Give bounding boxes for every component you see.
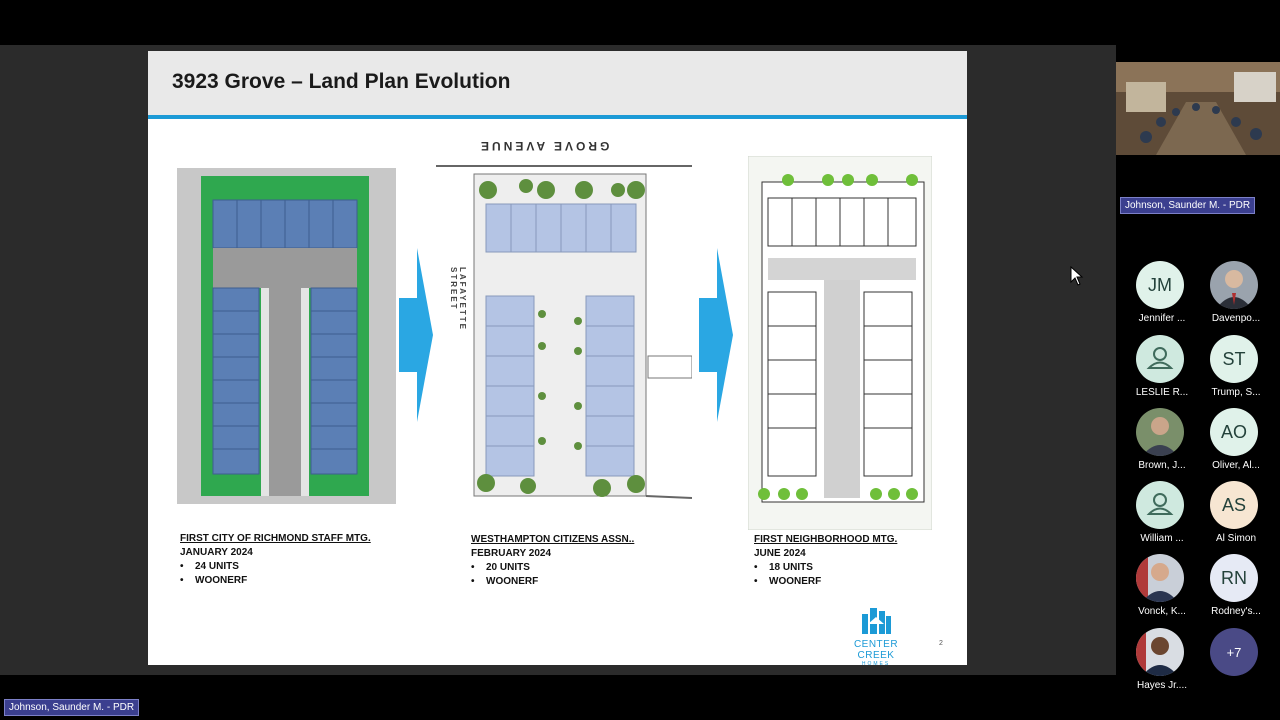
- avatar: ST: [1210, 335, 1258, 383]
- participant-name: Brown, J...: [1138, 460, 1186, 471]
- participant-tile[interactable]: LESLIE R...: [1131, 335, 1191, 407]
- participant-name: Rodney's...: [1211, 606, 1261, 617]
- screen-share-presenter-name: Johnson, Saunder M. - PDR: [4, 699, 140, 716]
- avatar: [1136, 408, 1184, 456]
- participant-name: Oliver, Al...: [1212, 460, 1260, 471]
- participant-name: Al Simon: [1215, 533, 1256, 544]
- participant-name: William ...: [1140, 533, 1184, 544]
- person-icon: [1146, 347, 1174, 369]
- person-icon: [1146, 493, 1174, 515]
- participant-tile[interactable]: Davenpo...: [1205, 261, 1265, 333]
- avatar: [1136, 481, 1184, 529]
- more-participants-button[interactable]: +7: [1210, 628, 1258, 676]
- avatar: AO: [1210, 408, 1258, 456]
- active-speaker-name: Johnson, Saunder M. - PDR: [1120, 197, 1256, 214]
- avatar: [1136, 554, 1184, 602]
- plan-caption-february: WESTHAMPTON CITIZENS ASSN.. FEBRUARY 202…: [471, 533, 634, 589]
- street-label-top: GROVE AVENUE: [478, 139, 610, 153]
- arrow-right-icon: [399, 248, 433, 422]
- participant-tile[interactable]: AS Al Simon: [1205, 481, 1265, 553]
- active-speaker-video[interactable]: [1116, 62, 1280, 155]
- plan-caption-june: FIRST NEIGHBORHOOD MTG. JUNE 2024 18 UNI…: [754, 533, 897, 589]
- presentation-slide: 3923 Grove – Land Plan Evolution GROVE A…: [148, 51, 967, 667]
- company-logo: CENTER CREEK HOMES: [836, 606, 916, 667]
- arrow-right-icon: [699, 248, 733, 422]
- person-photo-icon: [1136, 628, 1184, 676]
- slide-title: 3923 Grove – Land Plan Evolution: [172, 70, 511, 93]
- avatar: JM: [1136, 261, 1184, 309]
- site-plan-june: [748, 156, 932, 530]
- participant-tile[interactable]: RN Rodney's...: [1205, 554, 1265, 626]
- site-plan-february: [436, 165, 692, 499]
- participant-name: Jennifer ...: [1138, 313, 1186, 324]
- avatar: [1136, 628, 1184, 676]
- house-logo-icon: [862, 608, 891, 634]
- avatar: RN: [1210, 554, 1258, 602]
- avatar: AS: [1210, 481, 1258, 529]
- meeting-room-video: [1116, 62, 1280, 155]
- participant-tile[interactable]: ST Trump, S...: [1205, 335, 1265, 407]
- participant-tile[interactable]: Vonck, K...: [1131, 554, 1191, 626]
- participant-tile[interactable]: AO Oliver, Al...: [1205, 408, 1265, 480]
- participant-tile[interactable]: Brown, J...: [1131, 408, 1191, 480]
- participant-name: Davenpo...: [1211, 313, 1261, 324]
- slide-header: 3923 Grove – Land Plan Evolution: [148, 51, 967, 115]
- site-plan-january: [177, 168, 396, 504]
- mouse-pointer-icon: [1070, 266, 1084, 286]
- avatar: [1136, 335, 1184, 383]
- participant-tile[interactable]: William ...: [1131, 481, 1191, 553]
- participant-name: Vonck, K...: [1138, 606, 1186, 617]
- person-photo-icon: [1136, 408, 1184, 456]
- slide-page-number: 2: [939, 640, 943, 647]
- person-photo-icon: [1136, 554, 1184, 602]
- participant-name: Trump, S...: [1211, 387, 1261, 398]
- slide-title-rule: [148, 115, 967, 119]
- participant-tile[interactable]: Hayes Jr....: [1131, 628, 1191, 700]
- participant-tile[interactable]: JM Jennifer ...: [1131, 261, 1191, 333]
- participant-name: Hayes Jr....: [1136, 680, 1187, 691]
- participant-name: LESLIE R...: [1135, 387, 1189, 398]
- avatar: [1210, 261, 1258, 309]
- person-photo-icon: [1210, 261, 1258, 309]
- plan-caption-january: FIRST CITY OF RICHMOND STAFF MTG. JANUAR…: [180, 532, 371, 588]
